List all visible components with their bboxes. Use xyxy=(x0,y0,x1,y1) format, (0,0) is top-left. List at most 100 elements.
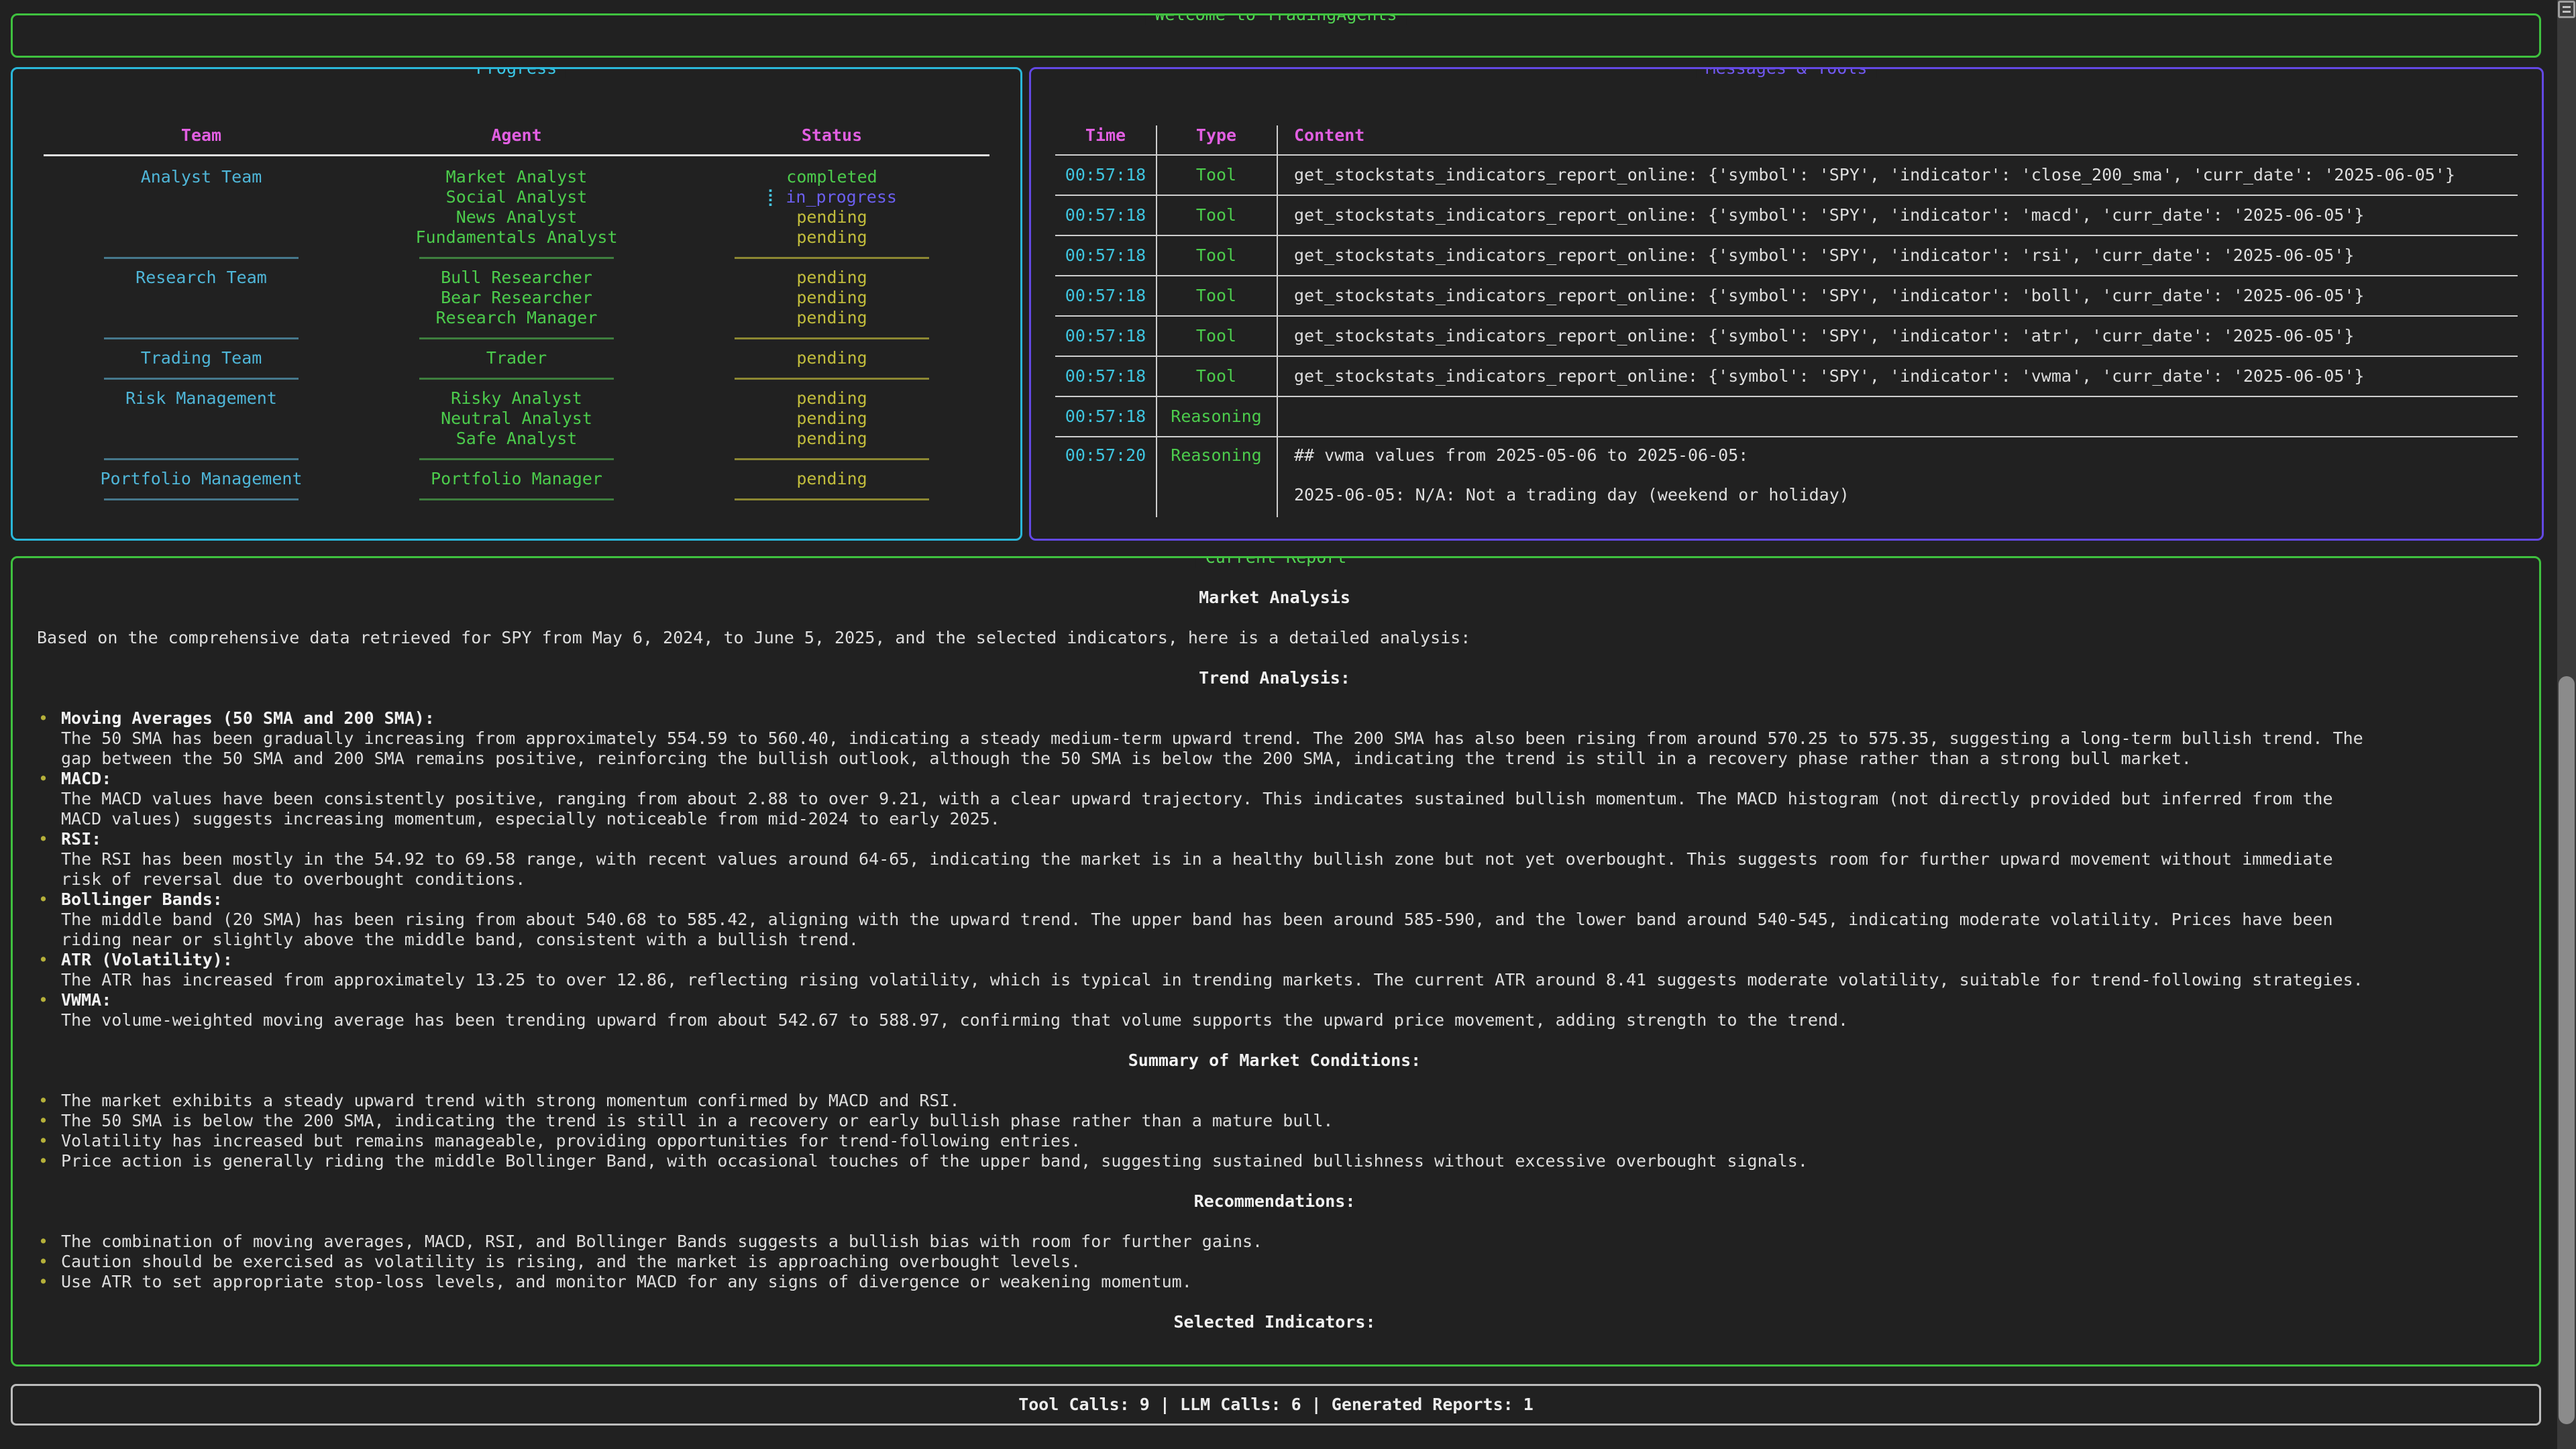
agent-label: News Analyst xyxy=(359,207,674,227)
progress-group-research-team: Research Team Bull Researcher Bear Resea… xyxy=(44,268,989,328)
message-row: 00:57:18 Tool get_stockstats_indicators_… xyxy=(1055,317,2518,356)
list-item-label: Bollinger Bands: xyxy=(61,890,2512,910)
message-row: 00:57:18 Tool get_stockstats_indicators_… xyxy=(1055,357,2518,396)
message-type: Tool xyxy=(1156,366,1277,386)
list-item: Caution should be exercised as volatilit… xyxy=(37,1252,2512,1272)
list-item: MACD: The MACD values have been consiste… xyxy=(37,769,2512,829)
list-item: Use ATR to set appropriate stop-loss lev… xyxy=(37,1272,2512,1292)
message-time: 00:57:18 xyxy=(1055,366,1156,386)
message-type: Reasoning xyxy=(1156,445,1277,466)
column-header-content: Content xyxy=(1277,125,2518,146)
agent-label: Fundamentals Analyst xyxy=(359,227,674,248)
summary-heading: Summary of Market Conditions: xyxy=(37,1051,2512,1071)
status-badge: pending xyxy=(674,469,989,489)
message-time: 00:57:18 xyxy=(1055,165,1156,185)
list-item-label: VWMA: xyxy=(61,990,2512,1010)
message-time: 00:57:18 xyxy=(1055,326,1156,346)
agent-label: Bear Researcher xyxy=(359,288,674,308)
welcome-panel-title: Welcome to TradingAgents xyxy=(1145,13,1406,25)
group-divider xyxy=(44,449,989,469)
scrollbar-thumb[interactable] xyxy=(2559,676,2575,1424)
agent-label: Trader xyxy=(359,348,674,368)
group-divider xyxy=(44,489,989,509)
list-item-body: The ATR has increased from approximately… xyxy=(61,970,2382,990)
team-label: Portfolio Management xyxy=(44,469,359,489)
list-item-label: MACD: xyxy=(61,769,2512,789)
list-item: The market exhibits a steady upward tren… xyxy=(37,1091,2512,1111)
team-label: Trading Team xyxy=(44,348,359,368)
status-badge: pending xyxy=(674,429,989,449)
message-row: 00:57:18 Tool get_stockstats_indicators_… xyxy=(1055,196,2518,235)
column-header-agent: Agent xyxy=(359,125,674,146)
scrollbar-top-button[interactable] xyxy=(2558,1,2575,18)
summary-list: The market exhibits a steady upward tren… xyxy=(37,1091,2512,1171)
list-item-body: The 50 SMA has been gradually increasing… xyxy=(61,729,2382,769)
welcome-panel: Welcome to TradingAgents xyxy=(11,13,2541,58)
message-type: Tool xyxy=(1156,286,1277,306)
group-divider xyxy=(44,328,989,348)
agent-label: Safe Analyst xyxy=(359,429,674,449)
status-badge: ⡇in_progress xyxy=(674,187,989,207)
current-report-panel: Current Report Market Analysis Based on … xyxy=(11,556,2541,1366)
message-type: Tool xyxy=(1156,326,1277,346)
report-intro: Based on the comprehensive data retrieve… xyxy=(37,628,2512,648)
messages-tools-panel: Messages & Tools Time Type Content 00:57… xyxy=(1029,67,2544,541)
message-type: Tool xyxy=(1156,246,1277,266)
message-time: 00:57:20 xyxy=(1055,445,1156,466)
agent-label: Portfolio Manager xyxy=(359,469,674,489)
list-item-body: The MACD values have been consistently p… xyxy=(61,789,2382,829)
messages-table-header: Time Type Content xyxy=(1055,125,2518,146)
progress-group-trading-team: Trading Team Trader pending xyxy=(44,348,989,368)
message-time: 00:57:18 xyxy=(1055,407,1156,427)
stats-bar: Tool Calls: 9 | LLM Calls: 6 | Generated… xyxy=(11,1384,2541,1426)
message-time: 00:57:18 xyxy=(1055,205,1156,225)
message-content: get_stockstats_indicators_report_online:… xyxy=(1277,246,2518,266)
message-content: get_stockstats_indicators_report_online:… xyxy=(1277,165,2518,185)
list-item: Volatility has increased but remains man… xyxy=(37,1131,2512,1151)
column-header-type: Type xyxy=(1156,125,1277,146)
agent-label: Social Analyst xyxy=(359,187,674,207)
team-label: Analyst Team xyxy=(44,167,359,187)
progress-group-portfolio-management: Portfolio Management Portfolio Manager p… xyxy=(44,469,989,489)
recommendations-heading: Recommendations: xyxy=(37,1191,2512,1212)
message-type: Tool xyxy=(1156,165,1277,185)
list-item-label: Moving Averages (50 SMA and 200 SMA): xyxy=(61,708,2512,729)
message-type: Reasoning xyxy=(1156,407,1277,427)
list-item: Moving Averages (50 SMA and 200 SMA): Th… xyxy=(37,708,2512,769)
message-content: ## vwma values from 2025-05-06 to 2025-0… xyxy=(1277,445,2518,505)
status-badge: pending xyxy=(674,409,989,429)
message-row: 00:57:18 Tool get_stockstats_indicators_… xyxy=(1055,156,2518,195)
progress-panel: Progress Team Agent Status Analyst Team … xyxy=(11,67,1022,541)
progress-panel-title: Progress xyxy=(467,67,566,78)
message-time: 00:57:18 xyxy=(1055,286,1156,306)
progress-table-header: Team Agent Status xyxy=(44,125,989,146)
message-content-line: 2025-06-05: N/A: Not a trading day (week… xyxy=(1294,485,2518,505)
list-item: The 50 SMA is below the 200 SMA, indicat… xyxy=(37,1111,2512,1131)
progress-group-risk-management: Risk Management Risky Analyst Neutral An… xyxy=(44,388,989,449)
message-type: Tool xyxy=(1156,205,1277,225)
status-badge: pending xyxy=(674,207,989,227)
list-item: Bollinger Bands: The middle band (20 SMA… xyxy=(37,890,2512,950)
messages-table: Time Type Content 00:57:18 Tool get_stoc… xyxy=(1055,125,2518,517)
list-item-body: The RSI has been mostly in the 54.92 to … xyxy=(61,849,2382,890)
trend-analysis-heading: Trend Analysis: xyxy=(37,668,2512,688)
message-content: get_stockstats_indicators_report_online:… xyxy=(1277,326,2518,346)
column-header-time: Time xyxy=(1055,125,1156,146)
selected-indicators-heading: Selected Indicators: xyxy=(37,1312,2512,1332)
trend-analysis-list: Moving Averages (50 SMA and 200 SMA): Th… xyxy=(37,708,2512,1030)
list-item: Price action is generally riding the mid… xyxy=(37,1151,2512,1171)
message-row: 00:57:18 Tool get_stockstats_indicators_… xyxy=(1055,276,2518,315)
status-badge: pending xyxy=(674,288,989,308)
column-header-team: Team xyxy=(44,125,359,146)
team-label: Research Team xyxy=(44,268,359,288)
agent-label: Neutral Analyst xyxy=(359,409,674,429)
status-badge: pending xyxy=(674,308,989,328)
agent-label: Market Analyst xyxy=(359,167,674,187)
list-item: The combination of moving averages, MACD… xyxy=(37,1232,2512,1252)
list-item-label: RSI: xyxy=(61,829,2512,849)
report-heading: Market Analysis xyxy=(37,588,2512,608)
message-row: 00:57:20 Reasoning ## vwma values from 2… xyxy=(1055,437,2518,517)
spinner-icon: ⡇ xyxy=(767,187,779,207)
list-item-label: ATR (Volatility): xyxy=(61,950,2512,970)
message-content-line: ## vwma values from 2025-05-06 to 2025-0… xyxy=(1294,445,2518,466)
